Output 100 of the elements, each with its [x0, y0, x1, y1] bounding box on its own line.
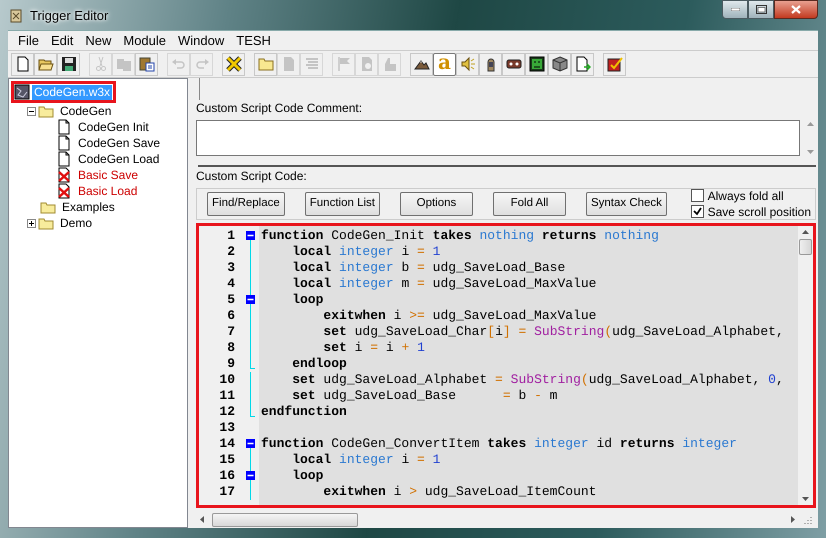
- code-line: local integer i = 1: [291, 244, 440, 260]
- resize-grip-icon: [803, 515, 812, 524]
- scrollbar-thumb[interactable]: [799, 238, 812, 255]
- menu-item[interactable]: TESH: [230, 32, 277, 50]
- page-x-icon: [56, 167, 72, 183]
- code-line: local integer b = udg_SaveLoad_Base: [291, 260, 566, 276]
- page-icon: [56, 119, 72, 135]
- checkbox[interactable]: [690, 189, 704, 202]
- toolbar-button[interactable]: [11, 52, 34, 76]
- line-number: 2: [226, 244, 236, 260]
- tree-item[interactable]: Examples: [60, 200, 117, 214]
- code-line: endloop: [291, 356, 347, 372]
- checkbox-label: Always fold all: [708, 188, 784, 205]
- page-icon: [56, 151, 72, 167]
- toolbar-button[interactable]: [502, 52, 525, 76]
- code-line: function CodeGen_ConvertItem takes integer id returns integer: [261, 436, 737, 452]
- action-button[interactable]: Find/Replace: [207, 192, 285, 216]
- tree-item[interactable]: CodeGen: [58, 104, 114, 118]
- line-number: 3: [226, 260, 236, 276]
- tree-item[interactable]: CodeGen Save: [76, 136, 162, 150]
- action-button[interactable]: Syntax Check: [586, 192, 667, 216]
- line-number: 8: [226, 340, 236, 356]
- line-number: 1: [226, 228, 236, 244]
- speaker-icon: [460, 56, 476, 72]
- redo-icon: [194, 56, 210, 72]
- vertical-scrollbar[interactable]: [798, 226, 813, 506]
- maximize-button[interactable]: [748, 0, 774, 19]
- monster-icon: [528, 56, 544, 72]
- toolbar-button[interactable]: [456, 52, 479, 76]
- code-line: exitwhen i >= udg_SaveLoad_MaxValue: [322, 308, 596, 324]
- fold-toggle[interactable]: [246, 294, 255, 304]
- fold-toggle[interactable]: [246, 230, 255, 240]
- close-icon: [791, 5, 801, 14]
- code-line: set udg_SaveLoad_Alphabet = SubString(udg_SaveLoad_Alphabet, 0,: [291, 372, 784, 388]
- x-icon: [226, 56, 242, 72]
- toolbar-button[interactable]: [548, 52, 571, 76]
- code-line: function CodeGen_Init takes nothing returns nothing: [261, 228, 659, 244]
- line-number: 13: [218, 420, 236, 436]
- page-arrow-icon: [574, 56, 590, 72]
- code-line: endfunction: [261, 404, 347, 420]
- line-number: 5: [226, 292, 236, 308]
- toolbar-button[interactable]: [57, 52, 80, 76]
- minimize-icon: [730, 8, 740, 11]
- toolbar-button[interactable]: [479, 52, 502, 76]
- toolbar-button[interactable]: [571, 52, 594, 76]
- comment-field[interactable]: [196, 120, 800, 156]
- toolbar-button[interactable]: [525, 52, 548, 76]
- menu-item[interactable]: Module: [117, 32, 172, 50]
- checkbox[interactable]: [690, 205, 704, 218]
- menu-item[interactable]: Edit: [44, 32, 80, 50]
- scrollbar-thumb[interactable]: [212, 512, 358, 527]
- toolbar-button[interactable]: [410, 52, 433, 76]
- line-number: 4: [226, 276, 236, 292]
- up-arrow-icon: [802, 230, 809, 234]
- code-line: local integer m = udg_SaveLoad_MaxValue: [291, 276, 596, 292]
- flag-icon: [336, 56, 352, 72]
- expander-toggle[interactable]: [27, 106, 36, 116]
- toolbar-button[interactable]: [34, 52, 57, 76]
- line-number: 11: [218, 388, 236, 404]
- line-number: 9: [226, 356, 236, 372]
- tree-item[interactable]: Demo: [58, 216, 94, 230]
- expander-toggle[interactable]: [27, 218, 36, 228]
- close-button[interactable]: [774, 0, 818, 19]
- menu-item[interactable]: New: [79, 32, 118, 50]
- checkbox-icon: [606, 56, 622, 72]
- undo-icon: [170, 56, 186, 72]
- menu-item[interactable]: File: [12, 32, 45, 50]
- line-number: 14: [218, 436, 236, 452]
- checkbox-label: Save scroll position: [708, 204, 811, 221]
- left-arrow-icon: [200, 516, 204, 524]
- tree-item[interactable]: CodeGen Init: [76, 120, 151, 134]
- tree-item[interactable]: CodeGen Load: [76, 152, 162, 166]
- action-button[interactable]: Function List: [304, 192, 380, 216]
- code-line: loop: [291, 468, 324, 484]
- copy-icon: [116, 56, 132, 72]
- code-label: Custom Script Code:: [196, 168, 308, 184]
- code-line: set i = i + 1: [322, 340, 425, 356]
- toolbar-button[interactable]: [222, 52, 245, 76]
- line-number: 15: [218, 452, 236, 468]
- menu-item[interactable]: Window: [172, 32, 230, 50]
- down-arrow-icon: [806, 150, 814, 154]
- comment-scrollbar[interactable]: [804, 120, 816, 156]
- code-line: loop: [291, 292, 324, 308]
- code-line: local integer i = 1: [291, 452, 440, 468]
- fold-toggle[interactable]: [246, 470, 255, 480]
- page-x-icon: [56, 183, 72, 199]
- code-line: set udg_SaveLoad_Char[i] = SubString(udg_SaveLoad_Alphabet,: [322, 324, 784, 340]
- minimize-button[interactable]: [722, 0, 748, 19]
- toolbar-button[interactable]: [603, 52, 626, 76]
- right-arrow-icon: [791, 516, 795, 524]
- action-button[interactable]: Fold All: [492, 192, 566, 216]
- cube-icon: [552, 56, 568, 72]
- action-button[interactable]: Options: [400, 192, 473, 216]
- file-icon: [14, 56, 30, 72]
- toolbar-button[interactable]: [135, 52, 158, 76]
- line-number: 6: [226, 308, 236, 324]
- line-number: 17: [218, 484, 236, 500]
- fold-toggle[interactable]: [246, 438, 255, 448]
- down-arrow-icon: [802, 497, 809, 502]
- map-icon: [14, 84, 30, 100]
